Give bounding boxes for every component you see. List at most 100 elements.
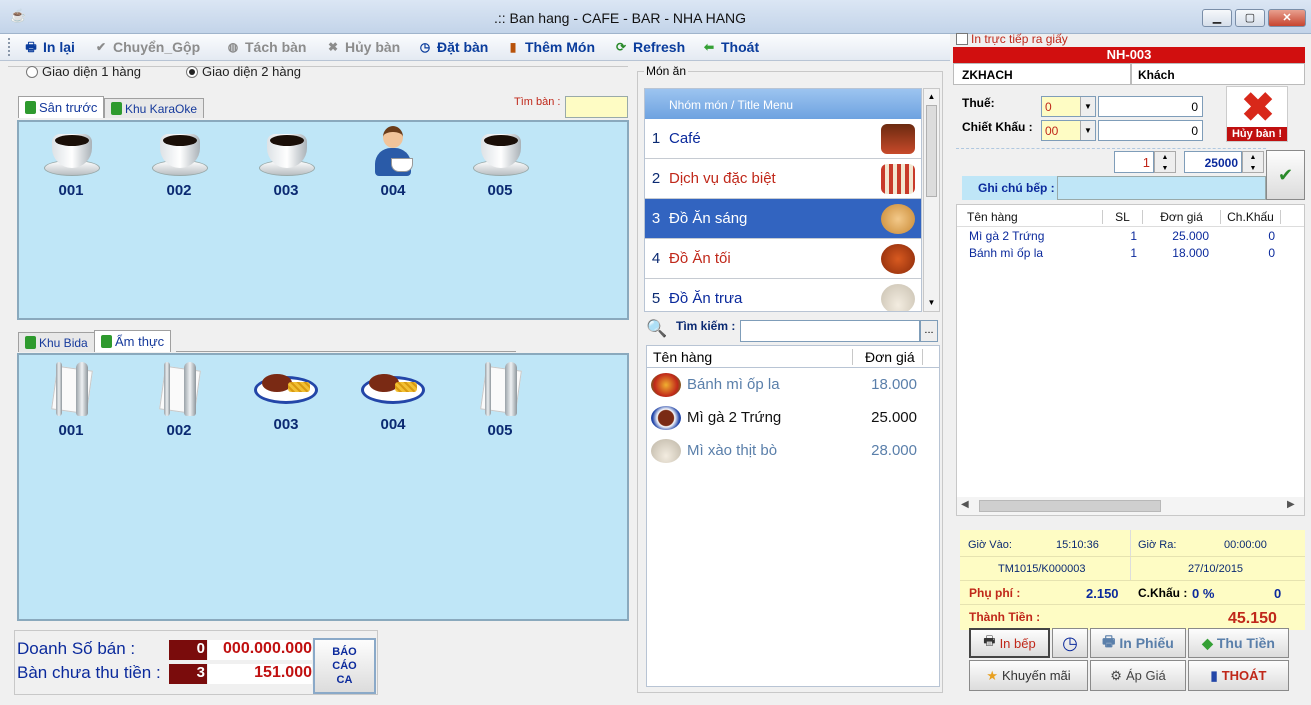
product-search-more-button[interactable]: ... <box>920 320 938 342</box>
x-icon: ✖ <box>327 40 339 54</box>
cancel-order-button[interactable]: ✖ Hủy bàn ! <box>1226 86 1288 142</box>
table-tile[interactable]: 001 <box>31 360 111 439</box>
table-tile[interactable]: 002 <box>139 128 219 199</box>
menu-category-item[interactable]: 5 Đồ Ăn trưa <box>645 279 921 311</box>
check-icon: ✔ <box>95 40 107 54</box>
reserve-table-button[interactable]: ◷ Đặt bàn <box>418 39 489 55</box>
book-icon: ▮ <box>509 40 517 54</box>
printer-icon: 🖶 <box>1102 633 1116 649</box>
dish-icon <box>651 372 681 397</box>
table-tile[interactable]: 004 <box>353 124 433 199</box>
noodle-bowl-icon <box>881 283 915 311</box>
print-bill-button[interactable]: 🖶 In Phiếu <box>1090 628 1186 658</box>
exit-button[interactable]: ⬅ Thoát <box>702 39 759 55</box>
chevron-down-icon[interactable]: ▼ <box>1080 97 1095 116</box>
maximize-button[interactable]: ▢ <box>1235 9 1265 27</box>
menu-category-item[interactable]: 4 Đồ Ăn tối <box>645 239 921 279</box>
menu-scrollbar[interactable]: ▲ ▼ <box>923 88 940 312</box>
table-tile[interactable]: 002 <box>139 360 219 439</box>
cutlery-icon <box>154 360 204 418</box>
order-line-row[interactable]: Bánh mì ốp la 1 18.000 0 <box>957 244 1304 261</box>
cancel-order-label: Hủy bàn ! <box>1227 127 1287 141</box>
price-input[interactable]: 25000 <box>1184 151 1242 173</box>
unpaid-count: 3 <box>169 664 207 684</box>
add-dish-button[interactable]: ▮ Thêm Món <box>506 39 595 55</box>
table-tile[interactable]: 003 <box>246 128 326 199</box>
magnifier-icon: 🔍 <box>646 319 668 338</box>
menu-category-item[interactable]: 2 Dịch vụ đặc biệt <box>645 159 921 199</box>
search-table-label: Tìm bàn : <box>514 96 561 108</box>
scroll-thumb[interactable] <box>926 105 937 197</box>
product-row[interactable]: Mì xào thịt bò 28.000 <box>647 434 939 467</box>
menu-header: Nhóm món / Title Menu <box>645 89 921 119</box>
scroll-right-icon[interactable]: ▶ <box>1287 499 1295 510</box>
product-row[interactable]: Bánh mì ốp la 18.000 <box>647 368 939 401</box>
close-button[interactable]: ✕ <box>1268 9 1306 27</box>
chevron-down-icon[interactable]: ▼ <box>1080 121 1095 140</box>
door-icon: ▮ <box>1210 667 1218 683</box>
discount-value[interactable]: 0 <box>1098 120 1203 141</box>
cancel-table-button[interactable]: ✖ Hủy bàn <box>326 39 400 55</box>
toolbar-grip <box>8 38 11 56</box>
product-search-input[interactable] <box>740 320 920 342</box>
order-lines-list: Tên hàng SL Đơn giá Ch.Khấu Mì gà 2 Trứn… <box>956 204 1305 516</box>
clock-button[interactable]: ◷ <box>1052 628 1088 658</box>
confirm-item-button[interactable]: ✔ <box>1266 150 1305 200</box>
customer-code[interactable]: ZKHACH <box>953 63 1131 85</box>
layout-two-rows-radio[interactable]: Giao diện 2 hàng <box>186 64 301 79</box>
qty-input[interactable]: 1 <box>1114 151 1154 173</box>
scroll-left-icon[interactable]: ◀ <box>961 499 969 510</box>
dish-icon <box>651 438 681 463</box>
scroll-down-icon[interactable]: ▼ <box>924 295 939 311</box>
table-tile[interactable]: 005 <box>460 128 540 199</box>
tag-icon <box>101 335 112 348</box>
table-tile[interactable]: 003 <box>246 360 326 433</box>
print-direct-checkbox[interactable] <box>956 33 968 45</box>
split-table-button[interactable]: ◍ Tách bàn <box>226 39 307 55</box>
qty-spinner[interactable]: ▲ ▼ <box>1154 151 1176 173</box>
coffee-cup-icon <box>257 128 315 178</box>
radio-indicator <box>26 65 38 78</box>
apply-price-button[interactable]: ⚙ Áp Giá <box>1090 660 1186 691</box>
table-tile[interactable]: 001 <box>31 128 111 199</box>
layout-one-row-radio[interactable]: Giao diện 1 hàng <box>26 64 141 79</box>
transfer-merge-button[interactable]: ✔ Chuyển_Gộp <box>94 39 200 55</box>
table-tile[interactable]: 005 <box>460 360 540 439</box>
roast-chicken-icon <box>881 243 915 274</box>
print-again-button[interactable]: 🖶 In lại <box>24 39 75 55</box>
product-row[interactable]: Mì gà 2 Trứng 25.000 <box>647 401 939 434</box>
tab-san-truoc[interactable]: Sân trước <box>18 96 105 118</box>
scroll-up-icon[interactable]: ▲ <box>924 89 939 105</box>
tab-khu-karaoke[interactable]: Khu KaraOke <box>104 98 205 118</box>
exit-order-button[interactable]: ▮ THOÁT <box>1188 660 1289 691</box>
tab-am-thuc[interactable]: Ẩm thực <box>94 330 172 352</box>
tab-khu-bida[interactable]: Khu Bida <box>18 332 95 352</box>
promotion-button[interactable]: ★ Khuyến mãi <box>969 660 1088 691</box>
customer-name[interactable]: Khách <box>1131 63 1305 85</box>
tag-icon <box>25 336 36 349</box>
table-tile[interactable]: 004 <box>353 360 433 433</box>
discount2-percent: 0 % <box>1192 586 1215 601</box>
refresh-button[interactable]: ⟳ Refresh <box>614 39 685 55</box>
search-table-input[interactable] <box>565 96 628 118</box>
shop-icon <box>881 163 915 194</box>
order-hscrollbar[interactable]: ◀ ▶ <box>957 497 1304 515</box>
coffee-cup-icon <box>150 128 208 178</box>
tax-value[interactable]: 0 <box>1098 96 1203 117</box>
price-spinner[interactable]: ▲ ▼ <box>1242 151 1264 173</box>
shift-report-button[interactable]: BÁO CÁO CA <box>313 638 376 694</box>
big-x-icon: ✖ <box>1241 86 1275 130</box>
menu-category-item[interactable]: 3 Đồ Ăn sáng <box>645 199 921 239</box>
tab-baseline <box>176 351 516 352</box>
kitchen-note-input[interactable] <box>1057 176 1266 200</box>
col-product-name: Tên hàng <box>647 348 853 365</box>
order-line-row[interactable]: Mì gà 2 Trứng 1 25.000 0 <box>957 227 1304 244</box>
collect-money-button[interactable]: ◆ Thu Tiền <box>1188 628 1289 658</box>
product-search-label: Tìm kiếm : <box>676 319 736 333</box>
coffee-cup-icon <box>471 128 529 178</box>
scroll-thumb[interactable] <box>979 500 1161 512</box>
menu-category-item[interactable]: 1 Café <box>645 119 921 159</box>
print-kitchen-button[interactable]: 🖶 In bếp <box>969 628 1050 658</box>
cutlery-icon <box>46 360 96 418</box>
minimize-button[interactable]: ▁ <box>1202 9 1232 27</box>
